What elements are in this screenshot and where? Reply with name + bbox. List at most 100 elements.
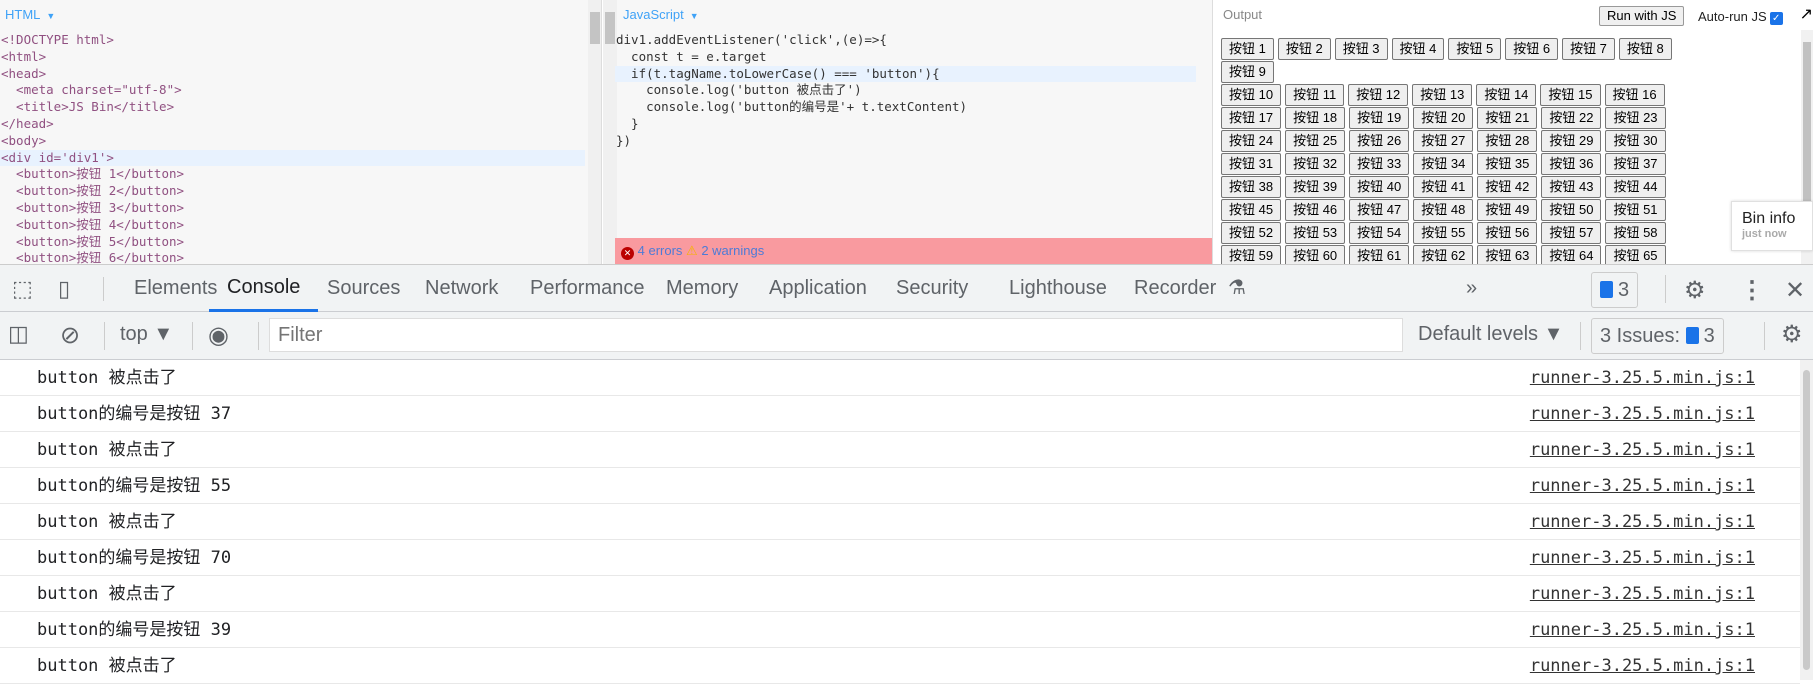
issues-badge-button[interactable]: 3 bbox=[1591, 272, 1639, 308]
output-button[interactable]: 按钮 40 bbox=[1349, 176, 1410, 198]
log-levels-dropdown[interactable]: Default levels ▼ bbox=[1418, 323, 1563, 346]
scroll-thumb[interactable] bbox=[1803, 42, 1811, 202]
bin-info-popup[interactable]: Bin info just now bbox=[1731, 201, 1813, 251]
output-button[interactable]: 按钮 30 bbox=[1605, 130, 1666, 152]
close-icon[interactable]: ✕ bbox=[1785, 276, 1805, 305]
tab-memory[interactable]: Memory bbox=[648, 265, 756, 312]
run-with-js-button[interactable]: Run with JS bbox=[1599, 6, 1685, 26]
tab-performance[interactable]: Performance bbox=[512, 265, 663, 312]
output-button[interactable]: 按钮 46 bbox=[1285, 199, 1346, 221]
output-button[interactable]: 按钮 13 bbox=[1412, 84, 1473, 106]
output-button[interactable]: 按钮 14 bbox=[1476, 84, 1537, 106]
output-button[interactable]: 按钮 48 bbox=[1413, 199, 1474, 221]
kebab-menu-icon[interactable]: ⋮ bbox=[1740, 276, 1764, 305]
tab-network[interactable]: Network bbox=[407, 265, 516, 312]
source-link[interactable]: runner-3.25.5.min.js:1 bbox=[1530, 504, 1755, 540]
output-button[interactable]: 按钮 53 bbox=[1285, 222, 1346, 244]
output-button[interactable]: 按钮 59 bbox=[1221, 245, 1282, 264]
console-scrollbar[interactable] bbox=[1800, 360, 1813, 680]
output-button[interactable]: 按钮 41 bbox=[1413, 176, 1474, 198]
clear-console-icon[interactable]: ⊘ bbox=[60, 321, 80, 350]
source-link[interactable]: runner-3.25.5.min.js:1 bbox=[1530, 540, 1755, 576]
issues-button[interactable]: 3 Issues: 3 bbox=[1591, 318, 1724, 354]
output-button[interactable]: 按钮 5 bbox=[1448, 38, 1502, 60]
output-button[interactable]: 按钮 34 bbox=[1413, 153, 1474, 175]
output-button[interactable]: 按钮 63 bbox=[1477, 245, 1538, 264]
source-link[interactable]: runner-3.25.5.min.js:1 bbox=[1530, 648, 1755, 684]
output-button[interactable]: 按钮 45 bbox=[1221, 199, 1282, 221]
output-button[interactable]: 按钮 29 bbox=[1541, 130, 1602, 152]
errors-count[interactable]: 4 errors bbox=[638, 243, 683, 258]
output-button[interactable]: 按钮 9 bbox=[1221, 61, 1274, 83]
tab-security[interactable]: Security bbox=[878, 265, 986, 312]
output-button[interactable]: 按钮 54 bbox=[1349, 222, 1410, 244]
error-bar[interactable]: ✕ 4 errors ⚠ 2 warnings bbox=[615, 238, 1212, 264]
output-button[interactable]: 按钮 38 bbox=[1221, 176, 1282, 198]
output-button[interactable]: 按钮 58 bbox=[1605, 222, 1666, 244]
expand-arrow-icon[interactable]: ↗ bbox=[1800, 4, 1813, 24]
output-button[interactable]: 按钮 19 bbox=[1349, 107, 1410, 129]
context-selector[interactable]: top ▼ bbox=[120, 323, 173, 346]
output-button[interactable]: 按钮 27 bbox=[1413, 130, 1474, 152]
scroll-thumb[interactable] bbox=[590, 12, 600, 44]
checkbox-checked-icon[interactable]: ✓ bbox=[1769, 12, 1783, 25]
console-settings-gear-icon[interactable]: ⚙ bbox=[1781, 320, 1803, 349]
html-code[interactable]: <!DOCTYPE html> <html> <head> <meta charse… bbox=[0, 32, 585, 264]
output-button[interactable]: 按钮 31 bbox=[1221, 153, 1282, 175]
output-button[interactable]: 按钮 65 bbox=[1605, 245, 1666, 264]
scroll-thumb[interactable] bbox=[1803, 370, 1810, 670]
output-button[interactable]: 按钮 4 bbox=[1391, 38, 1445, 60]
output-button[interactable]: 按钮 57 bbox=[1541, 222, 1602, 244]
more-tabs-button[interactable]: » bbox=[1448, 265, 1495, 312]
output-button[interactable]: 按钮 47 bbox=[1349, 199, 1410, 221]
tab-lighthouse[interactable]: Lighthouse bbox=[991, 265, 1125, 312]
js-editor-pane[interactable]: JavaScript ▼ div1.addEventListener('click… bbox=[603, 0, 1212, 264]
output-button[interactable]: 按钮 35 bbox=[1477, 153, 1538, 175]
tab-application[interactable]: Application bbox=[751, 265, 885, 312]
eye-icon[interactable]: ◉ bbox=[208, 321, 229, 350]
filter-input[interactable] bbox=[269, 318, 1403, 352]
output-button[interactable]: 按钮 60 bbox=[1285, 245, 1346, 264]
output-button[interactable]: 按钮 2 bbox=[1277, 38, 1331, 60]
tab-sources[interactable]: Sources bbox=[309, 265, 418, 312]
output-button[interactable]: 按钮 43 bbox=[1541, 176, 1602, 198]
js-code[interactable]: div1.addEventListener('click',(e)=>{ con… bbox=[615, 32, 1196, 150]
output-button[interactable]: 按钮 49 bbox=[1477, 199, 1538, 221]
output-button[interactable]: 按钮 26 bbox=[1349, 130, 1410, 152]
output-button[interactable]: 按钮 17 bbox=[1221, 107, 1282, 129]
output-button[interactable]: 按钮 33 bbox=[1349, 153, 1410, 175]
output-button[interactable]: 按钮 62 bbox=[1413, 245, 1474, 264]
source-link[interactable]: runner-3.25.5.min.js:1 bbox=[1530, 612, 1755, 648]
output-button[interactable]: 按钮 12 bbox=[1348, 84, 1409, 106]
output-button[interactable]: 按钮 52 bbox=[1221, 222, 1282, 244]
source-link[interactable]: runner-3.25.5.min.js:1 bbox=[1530, 576, 1755, 612]
output-button[interactable]: 按钮 15 bbox=[1540, 84, 1601, 106]
output-button[interactable]: 按钮 22 bbox=[1541, 107, 1602, 129]
output-button[interactable]: 按钮 8 bbox=[1618, 38, 1672, 60]
output-button[interactable]: 按钮 10 bbox=[1221, 84, 1282, 106]
output-button[interactable]: 按钮 28 bbox=[1477, 130, 1538, 152]
output-button[interactable]: 按钮 25 bbox=[1285, 130, 1346, 152]
source-link[interactable]: runner-3.25.5.min.js:1 bbox=[1530, 432, 1755, 468]
gear-icon[interactable]: ⚙ bbox=[1684, 276, 1706, 305]
device-toolbar-icon[interactable]: ▯ bbox=[58, 276, 70, 302]
scroll-thumb[interactable] bbox=[605, 12, 615, 44]
output-button[interactable]: 按钮 23 bbox=[1605, 107, 1666, 129]
output-button[interactable]: 按钮 56 bbox=[1477, 222, 1538, 244]
output-button[interactable]: 按钮 42 bbox=[1477, 176, 1538, 198]
output-button[interactable]: 按钮 24 bbox=[1221, 130, 1282, 152]
html-editor-pane[interactable]: HTML ▼ <!DOCTYPE html> <html> <head> <meta … bbox=[0, 0, 602, 264]
output-button[interactable]: 按钮 18 bbox=[1285, 107, 1346, 129]
output-button[interactable]: 按钮 7 bbox=[1562, 38, 1615, 60]
output-button[interactable]: 按钮 64 bbox=[1541, 245, 1602, 264]
source-link[interactable]: runner-3.25.5.min.js:1 bbox=[1530, 468, 1755, 504]
output-button[interactable]: 按钮 50 bbox=[1541, 199, 1602, 221]
output-button[interactable]: 按钮 36 bbox=[1541, 153, 1602, 175]
source-link[interactable]: runner-3.25.5.min.js:1 bbox=[1530, 360, 1755, 396]
output-button[interactable]: 按钮 39 bbox=[1285, 176, 1346, 198]
sidebar-toggle-icon[interactable]: ◫ bbox=[8, 321, 29, 347]
html-pane-label[interactable]: HTML ▼ bbox=[5, 7, 55, 22]
output-button[interactable]: 按钮 55 bbox=[1413, 222, 1474, 244]
output-button[interactable]: 按钮 1 bbox=[1221, 38, 1274, 60]
output-button[interactable]: 按钮 3 bbox=[1334, 38, 1388, 60]
